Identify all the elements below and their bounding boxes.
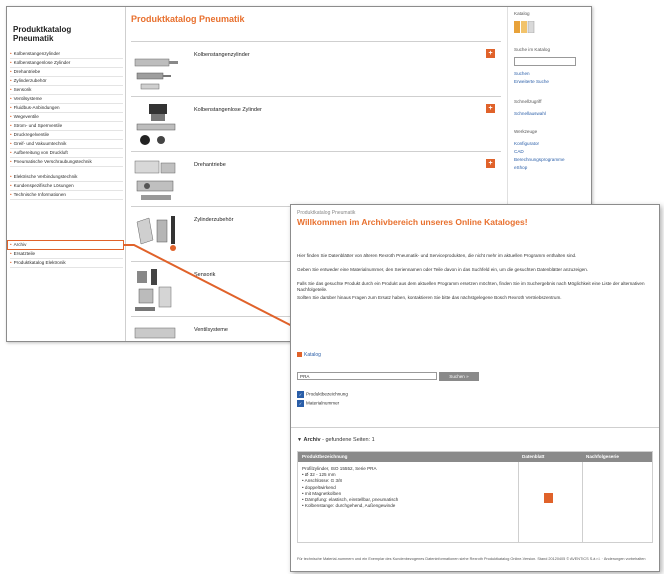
column-header-nachfolge: Nachfolgeserie <box>586 454 619 459</box>
intro-paragraph-2: Geben Sie entweder eine Materialnummer, … <box>297 267 589 272</box>
link-cad[interactable]: CAD <box>514 149 524 154</box>
product-label[interactable]: Kolbenstangenzylinder <box>194 52 250 58</box>
sidebar-item-wegeventile[interactable]: • Wegeventile <box>10 114 123 122</box>
footer-text: Für technische Material-nummern und ein … <box>297 557 646 561</box>
product-row-drehantriebe[interactable]: Drehantriebe + <box>131 151 501 207</box>
divider <box>291 427 659 428</box>
sidebar-item-kolbenstangenlose[interactable]: • Kolbenstangenlose Zylinder <box>10 60 123 68</box>
checkbox-checked-icon[interactable]: ✓ <box>297 400 304 407</box>
expand-plus-icon[interactable]: + <box>486 104 495 113</box>
katalog-link[interactable]: Katalog <box>297 352 321 358</box>
link-berechnungsprogramme[interactable]: Berechnungsprogramme <box>514 157 565 162</box>
archive-search-input[interactable]: PRA <box>297 372 437 380</box>
archiv-highlight-box <box>7 240 124 250</box>
rotary-actuator-image <box>134 160 176 200</box>
column-header-produkt: Produktbezeichnung <box>302 454 348 459</box>
column-divider <box>582 462 583 542</box>
page-title: Willkommen im Archivbereich unseres Onli… <box>297 217 528 227</box>
table-header: Produktbezeichnung Datenblatt Nachfolges… <box>298 452 652 462</box>
sidebar-item-strom-sperrventile[interactable]: • Strom- und Sperrventile <box>10 123 123 131</box>
sidebar-item-kundenspezifisch[interactable]: • Kundenspezifische Lösungen <box>10 183 123 191</box>
checkbox-materialnummer[interactable]: ✓ Materialnummer <box>297 400 339 407</box>
sidebar-item-sensorik[interactable]: • Sensorik <box>10 87 123 95</box>
rodless-cylinder-image <box>136 104 176 145</box>
sidebar-item-aufbereitung[interactable]: • Aufbereitung von Druckluft <box>10 150 123 158</box>
link-konfigurator[interactable]: Konfigurator <box>514 141 539 146</box>
archive-window: Produktkatalog Pneumatik Willkommen im A… <box>290 204 660 572</box>
column-divider <box>518 462 519 542</box>
expand-plus-icon[interactable]: + <box>486 159 495 168</box>
link-suchen[interactable]: Suchen <box>514 71 530 76</box>
cylinder-product-image <box>134 58 178 90</box>
catalog-book-icon[interactable] <box>514 20 536 34</box>
search-button[interactable]: Suchen » <box>439 372 479 381</box>
sidebar-item-technische-info[interactable]: • Technische Informationen <box>10 192 123 200</box>
pdf-datasheet-icon[interactable] <box>544 493 553 503</box>
results-table: Produktbezeichnung Datenblatt Nachfolges… <box>297 451 653 543</box>
product-label[interactable]: Sensorik <box>194 272 215 278</box>
sidebar-item-verschraubung[interactable]: • Pneumatische Verschraubungstechnik <box>10 159 123 167</box>
product-row-kolbenstangenlose[interactable]: Kolbenstangenlose Zylinder + <box>131 96 501 152</box>
valve-system-image <box>134 327 176 339</box>
sidebar-item-kolbenstangenzylinder[interactable]: • Kolbenstangenzylinder <box>10 51 123 59</box>
sidebar-item-druckregelventile[interactable]: • Druckregelventile <box>10 132 123 140</box>
sidebar-title: Produktkatalog Pneumatik <box>13 25 72 43</box>
product-line: • Kolbenstange: durchgehend, Außengewind… <box>302 503 396 509</box>
product-label[interactable]: Ventilsysteme <box>194 327 228 333</box>
sidebar-item-elektronik[interactable]: • Produktkatalog Elektronik <box>10 260 123 268</box>
product-label[interactable]: Zylinderzubehör <box>194 217 233 223</box>
checkbox-produktbezeichnung[interactable]: ✓ Produktbezeichnung <box>297 391 348 398</box>
result-section-header[interactable]: ▼ Archiv - gefundene Seiten: 1 <box>297 437 375 443</box>
product-row-kolbenstangenzylinder[interactable]: Kolbenstangenzylinder + <box>131 41 501 97</box>
sidebar-item-ersatzteile[interactable]: • Ersatzteile <box>10 251 123 259</box>
link-eshop[interactable]: eShop <box>514 165 527 170</box>
sidebar-item-elektrische[interactable]: • Elektrische Verbindungstechnik <box>10 174 123 182</box>
sidebar-item-greiftechnik[interactable]: • Greif- und Vakuumtechnik <box>10 141 123 149</box>
sidebar-item-drehantriebe[interactable]: • Drehantriebe <box>10 69 123 77</box>
schnellzugriff-label: Schnellzugriff <box>514 99 542 104</box>
product-description: Profilzylinder, ISO 15552, Serie PRA • Ø… <box>302 466 398 509</box>
intro-paragraph-3: Falls Sie das gesuchte Produkt durch ein… <box>297 281 645 292</box>
intro-paragraph-1: Hier finden Sie Datenblätter von älteren… <box>297 253 577 258</box>
breadcrumb[interactable]: Produktkatalog Pneumatik <box>297 210 355 216</box>
expand-plus-icon[interactable]: + <box>486 49 495 58</box>
sidebar-item-zylinderzubehoer[interactable]: • Zylinderzubehör <box>10 78 123 86</box>
sidebar-item-ventilsysteme[interactable]: • Ventilsysteme <box>10 96 123 104</box>
link-schnellauswahl[interactable]: Schnellauswahl <box>514 111 546 116</box>
katalog-label: Katalog <box>514 11 530 16</box>
column-header-datenblatt: Datenblatt <box>522 454 545 459</box>
checkbox-checked-icon[interactable]: ✓ <box>297 391 304 398</box>
catalog-sidebar: Produktkatalog Pneumatik • Kolbenstangenz… <box>7 7 126 341</box>
sidebar-item-fluidbus[interactable]: • Fluidbus-Anbindungen <box>10 105 123 113</box>
catalog-square-icon <box>297 352 302 358</box>
werkzeuge-label: Werkzeuge <box>514 129 538 134</box>
sensor-image <box>135 269 172 311</box>
intro-paragraph-4: Sollten Sie darüber hinaus Fragen zum Er… <box>297 295 562 300</box>
cylinder-accessory-image <box>136 216 176 251</box>
product-label[interactable]: Drehantriebe <box>194 162 226 168</box>
catalog-search-input[interactable] <box>514 57 576 66</box>
link-erweiterte-suche[interactable]: Erweiterte Suche <box>514 79 549 84</box>
product-label[interactable]: Kolbenstangenlose Zylinder <box>194 107 262 113</box>
triangle-down-icon[interactable]: ▼ <box>297 437 302 443</box>
suche-label: Suche im Katalog <box>514 47 551 52</box>
catalog-title: Produktkatalog Pneumatik <box>131 14 245 24</box>
